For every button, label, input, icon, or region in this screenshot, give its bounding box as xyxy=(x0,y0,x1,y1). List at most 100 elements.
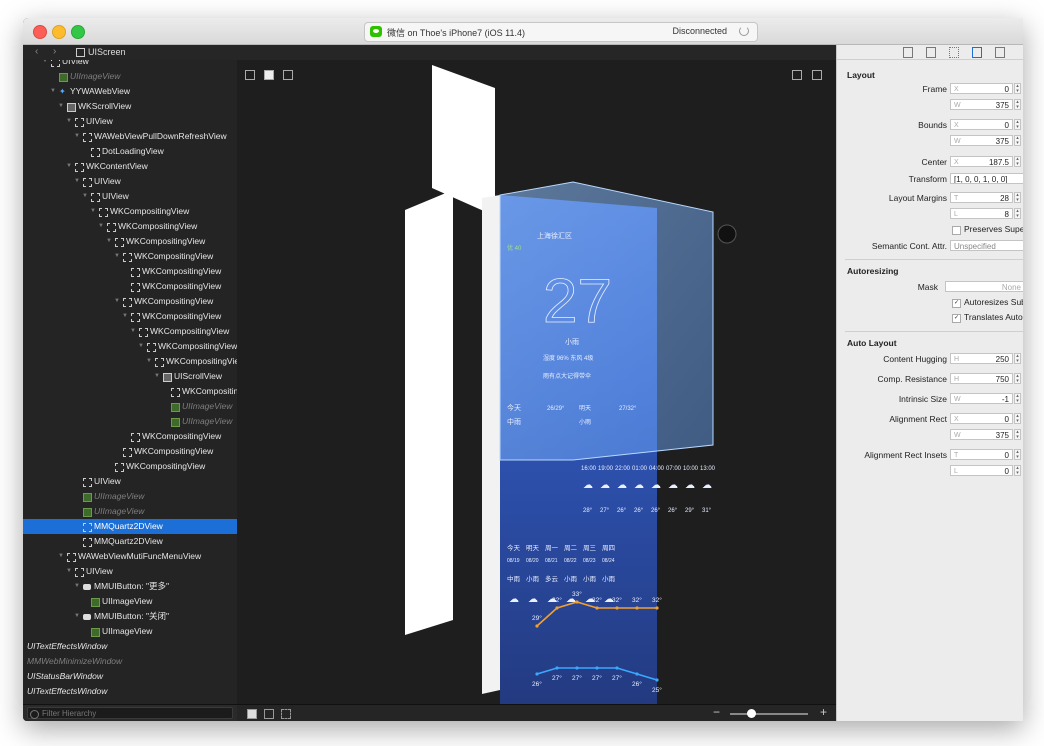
intrinsic-w-stepper[interactable]: ▴ ▾ xyxy=(1014,393,1021,404)
margins-top-stepper[interactable]: ▴ ▾ xyxy=(1014,192,1021,203)
disclosure-triangle-icon[interactable]: ▼ xyxy=(122,309,128,324)
hierarchy-row[interactable]: UIImageView xyxy=(23,624,237,639)
align-w-stepper[interactable]: ▴ ▾ xyxy=(1014,429,1021,440)
margins-top-field[interactable]: T 28 xyxy=(950,192,1013,203)
insets-left-stepper[interactable]: ▴ ▾ xyxy=(1014,465,1021,476)
disclosure-triangle-icon[interactable]: ▼ xyxy=(58,99,64,114)
bounds-w-stepper[interactable]: ▴ ▾ xyxy=(1014,135,1021,146)
hierarchy-row[interactable]: ▼ WAWebViewMutiFuncMenuView xyxy=(23,549,237,564)
disclosure-triangle-icon[interactable]: ▼ xyxy=(138,339,144,354)
bounds-x-field[interactable]: X0 xyxy=(950,119,1013,130)
file-inspector-icon[interactable] xyxy=(903,47,913,58)
hierarchy-row[interactable]: ▼ UIView xyxy=(23,60,237,69)
hierarchy-row[interactable]: UITextEffectsWindow xyxy=(23,684,237,699)
disclosure-triangle-icon[interactable]: ▼ xyxy=(58,549,64,564)
mask-field[interactable]: None xyxy=(945,281,1023,292)
hierarchy-row[interactable]: ▼ MMUIButton: "更多" xyxy=(23,579,237,594)
translates-autoresizing-checkbox[interactable]: ✓ xyxy=(952,314,961,323)
align-w-field[interactable]: W 375 xyxy=(950,429,1013,440)
disclosure-triangle-icon[interactable]: ▼ xyxy=(42,60,48,69)
zoom-window-button[interactable] xyxy=(71,25,85,39)
margins-left-stepper[interactable]: ▴ ▾ xyxy=(1014,208,1021,219)
disclosure-triangle-icon[interactable]: ▼ xyxy=(74,174,80,189)
zoom-slider[interactable] xyxy=(730,713,808,715)
hierarchy-row[interactable]: WKCompositingView xyxy=(23,264,237,279)
hierarchy-row[interactable]: MMQuartz2DView xyxy=(23,534,237,549)
debug-canvas[interactable]: 上海徐汇区优 40 27 小雨 湿度 96% 东风 4级 雨有点大记得带伞 今天 中雨 26/… xyxy=(237,60,836,705)
hierarchy-row[interactable]: UIView xyxy=(23,474,237,489)
bounds-x-stepper[interactable]: ▴ ▾ xyxy=(1014,119,1021,130)
hierarchy-row[interactable]: ▼ WKContentView xyxy=(23,159,237,174)
frame-x-field[interactable]: X0 xyxy=(950,83,1013,94)
disclosure-triangle-icon[interactable]: ▼ xyxy=(114,249,120,264)
margins-left-field[interactable]: L8 xyxy=(950,208,1013,219)
disclosure-triangle-icon[interactable]: ▼ xyxy=(146,354,152,369)
insets-left-field[interactable]: L0 xyxy=(950,465,1013,476)
autoresizes-subviews-checkbox[interactable]: ✓ xyxy=(952,299,961,308)
hugging-h-field[interactable]: H 250 xyxy=(950,353,1013,364)
hierarchy-row[interactable]: ▼ WKScrollView xyxy=(23,99,237,114)
hierarchy-row[interactable]: UIStatusBarWindow xyxy=(23,669,237,684)
bounds-w-field[interactable]: W 375 xyxy=(950,135,1013,146)
menu-capsule-icon[interactable] xyxy=(717,224,737,244)
insets-top-stepper[interactable]: ▴ ▾ xyxy=(1014,449,1021,460)
disclosure-triangle-icon[interactable]: ▼ xyxy=(74,129,80,144)
hierarchy-row[interactable]: ▼ WKCompositingView xyxy=(23,294,237,309)
hierarchy-row[interactable]: ▼ UIScrollView xyxy=(23,369,237,384)
hugging-h-stepper[interactable]: ▴ ▾ xyxy=(1014,353,1021,364)
hierarchy-row[interactable]: ▼ ✦ YYWAWebView xyxy=(23,84,237,99)
hierarchy-row[interactable]: ▼ WKCompositingView xyxy=(23,249,237,264)
hierarchy-row[interactable]: ▼ UIView xyxy=(23,114,237,129)
hierarchy-row[interactable]: UIImageView xyxy=(23,414,237,429)
preserves-superview-checkbox[interactable] xyxy=(952,226,961,235)
disclosure-triangle-icon[interactable]: ▼ xyxy=(90,204,96,219)
filter-hierarchy-input[interactable]: Filter Hierarchy xyxy=(27,707,233,719)
adjust-view-icon[interactable] xyxy=(264,709,274,719)
hierarchy-row[interactable]: MMWebMinimizeWindow xyxy=(23,654,237,669)
frame-w-stepper[interactable]: ▴ ▾ xyxy=(1014,99,1021,110)
hierarchy-row[interactable]: WKCompositingView xyxy=(23,384,237,399)
hierarchy-row[interactable]: WKCompositingView xyxy=(23,279,237,294)
hierarchy-row[interactable]: UIImageView xyxy=(23,69,237,84)
quick-help-icon[interactable] xyxy=(926,47,936,58)
breadcrumb[interactable]: UIScreen xyxy=(88,47,126,57)
size-inspector-icon[interactable] xyxy=(972,47,982,58)
disclosure-triangle-icon[interactable]: ▼ xyxy=(50,84,56,99)
center-x-stepper[interactable]: ▴ ▾ xyxy=(1014,156,1021,167)
hierarchy-row[interactable]: WKCompositingView xyxy=(23,459,237,474)
disclosure-triangle-icon[interactable]: ▼ xyxy=(98,219,104,234)
frame-w-field[interactable]: W 375 xyxy=(950,99,1013,110)
intrinsic-w-field[interactable]: W -1 xyxy=(950,393,1013,404)
disclosure-triangle-icon[interactable]: ▼ xyxy=(114,294,120,309)
hierarchy-row[interactable]: ▼ WKCompositingView xyxy=(23,204,237,219)
hierarchy-row[interactable]: ▼ UIView xyxy=(23,174,237,189)
zoom-slider-knob[interactable] xyxy=(747,709,756,718)
forward-arrow-icon[interactable]: › xyxy=(53,46,56,57)
hierarchy-row[interactable]: DotLoadingView xyxy=(23,144,237,159)
frame-x-stepper[interactable]: ▴ ▾ xyxy=(1014,83,1021,94)
disclosure-triangle-icon[interactable]: ▼ xyxy=(106,234,112,249)
hierarchy-row[interactable]: UIImageView xyxy=(23,399,237,414)
hierarchy-row[interactable]: ▼ WKCompositingView xyxy=(23,234,237,249)
attributes-inspector-icon[interactable] xyxy=(949,47,959,58)
resistance-h-stepper[interactable]: ▴ ▾ xyxy=(1014,373,1021,384)
disclosure-triangle-icon[interactable]: ▼ xyxy=(82,189,88,204)
zoom-out-button[interactable]: − xyxy=(713,705,720,719)
disclosure-triangle-icon[interactable]: ▼ xyxy=(66,114,72,129)
disclosure-triangle-icon[interactable]: ▼ xyxy=(74,579,80,594)
hierarchy-row[interactable]: ▼ WKCompositingView xyxy=(23,309,237,324)
semantic-select[interactable]: Unspecified xyxy=(950,240,1023,251)
align-x-field[interactable]: X0 xyxy=(950,413,1013,424)
hierarchy-row[interactable]: WKCompositingView xyxy=(23,429,237,444)
transform-field[interactable]: [1, 0, 0, 1, 0, 0] xyxy=(950,173,1023,184)
minimize-window-button[interactable] xyxy=(52,25,66,39)
disclosure-triangle-icon[interactable]: ▼ xyxy=(154,369,160,384)
hierarchy-row[interactable]: MMQuartz2DView xyxy=(23,519,237,534)
hierarchy-row[interactable]: UIImageView xyxy=(23,504,237,519)
close-window-button[interactable] xyxy=(33,25,47,39)
hierarchy-row[interactable]: UIImageView xyxy=(23,489,237,504)
hierarchy-row[interactable]: UIImageView xyxy=(23,594,237,609)
object-inspector-icon[interactable] xyxy=(995,47,1005,58)
hierarchy-row[interactable]: ▼ WKCompositingView xyxy=(23,339,237,354)
hierarchy-row[interactable]: WKCompositingView xyxy=(23,444,237,459)
